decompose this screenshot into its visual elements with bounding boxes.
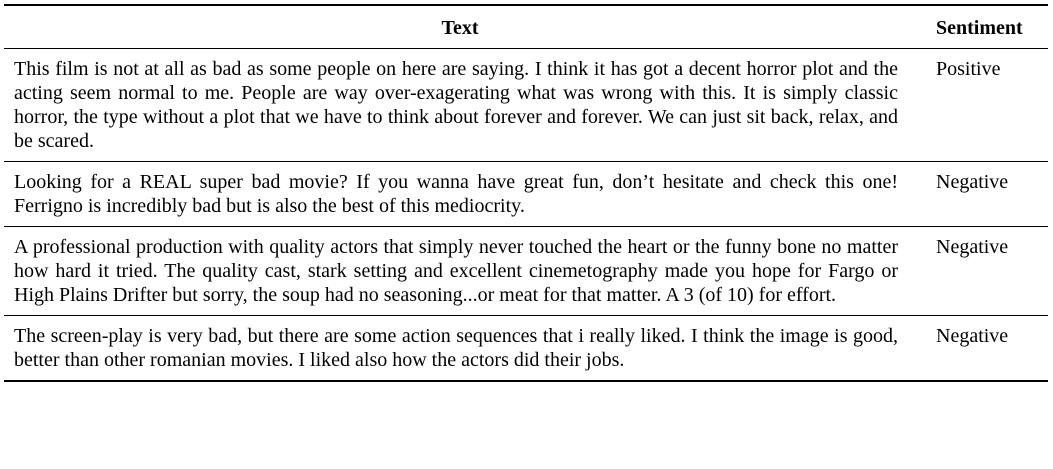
sentiment-table: Text Sentiment This film is not at all a… [4, 4, 1048, 382]
table-row: A professional production with quality a… [4, 226, 1048, 316]
sentiment-cell: Negative [916, 226, 1048, 316]
review-text-cell: Looking for a REAL super bad movie? If y… [4, 161, 916, 227]
review-text-cell: The screen-play is very bad, but there a… [14, 325, 898, 371]
table-row: The screen-play is very bad, but there a… [4, 316, 1048, 382]
sentiment-cell: Negative [916, 161, 1048, 227]
review-text-cell: This film is not at all as bad as some p… [4, 48, 916, 162]
header-row: Text Sentiment [4, 5, 1048, 49]
table-row: This film is not at all as bad as some p… [4, 48, 1048, 162]
sentiment-column-header: Sentiment [916, 5, 1048, 49]
text-column-header: Text [4, 5, 916, 49]
table-row: Looking for a REAL super bad movie? If y… [4, 161, 1048, 227]
sentiment-table-container: Text Sentiment This film is not at all a… [4, 4, 1048, 382]
review-text-cell: A professional production with quality a… [4, 226, 916, 316]
sentiment-cell: Negative [936, 325, 1009, 347]
sentiment-cell: Positive [916, 48, 1048, 162]
